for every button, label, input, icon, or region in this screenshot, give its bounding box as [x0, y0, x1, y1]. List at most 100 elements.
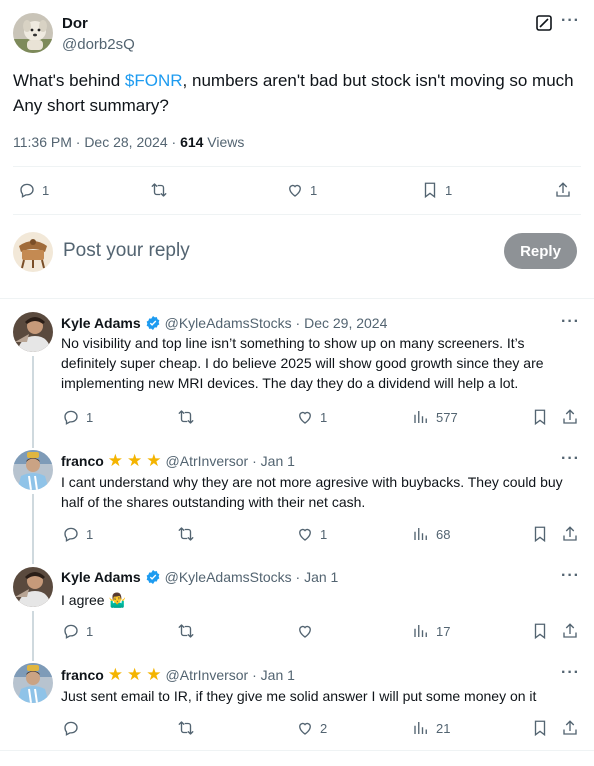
views-count: 614 — [180, 134, 204, 150]
reply-stat[interactable]: 1 — [62, 525, 93, 543]
reply-text: I agree 🤷‍♂️ — [61, 592, 126, 608]
reply-input[interactable]: Post your reply — [63, 240, 190, 262]
share-icon — [561, 408, 579, 426]
like-icon — [296, 622, 314, 640]
reply-author-name[interactable]: franco — [61, 453, 104, 469]
reply-header: franco ★ ★ ★ @AtrInversor · Jan 1 — [61, 666, 295, 683]
retweet-icon — [150, 181, 168, 199]
verified-icon — [145, 315, 161, 331]
like-stat[interactable] — [296, 622, 320, 640]
bookmark-button[interactable] — [531, 622, 549, 640]
author-handle[interactable]: @dorb2sQ — [62, 36, 135, 53]
thread-line — [32, 611, 34, 661]
avatar[interactable] — [13, 663, 53, 703]
reply-handle-date[interactable]: @AtrInversor · Jan 1 — [166, 453, 295, 469]
views-stat[interactable]: 17 — [412, 622, 450, 640]
star-icon: ★ — [146, 451, 162, 470]
bookmark-button[interactable] — [531, 525, 549, 543]
reply-icon — [62, 525, 80, 543]
reply-button[interactable]: Reply — [504, 233, 577, 269]
views-stat[interactable]: 577 — [412, 408, 458, 426]
views-stat[interactable]: 21 — [412, 719, 450, 737]
more-icon[interactable]: ··· — [561, 450, 580, 468]
share-button[interactable] — [554, 181, 572, 199]
share-button[interactable] — [561, 525, 579, 543]
share-icon — [554, 181, 572, 199]
avatar[interactable] — [13, 450, 53, 490]
reply-author-name[interactable]: Kyle Adams — [61, 315, 141, 331]
reply-icon — [18, 181, 36, 199]
retweet-stat[interactable] — [177, 719, 201, 737]
reply-text: I cant understand why they are not more … — [61, 474, 563, 510]
my-avatar[interactable] — [13, 232, 53, 272]
thread-line — [32, 494, 34, 564]
avatar[interactable] — [13, 312, 53, 352]
share-icon — [561, 719, 579, 737]
retweet-icon — [177, 719, 195, 737]
like-stat[interactable]: 1 — [296, 525, 327, 543]
bookmark-icon — [531, 719, 549, 737]
reply-handle-date[interactable]: @AtrInversor · Jan 1 — [166, 667, 295, 683]
retweet-icon — [177, 622, 195, 640]
author-avatar[interactable] — [13, 13, 53, 53]
reply-stat[interactable] — [62, 719, 86, 737]
reply-handle-date[interactable]: @KyleAdamsStocks · Dec 29, 2024 — [165, 315, 388, 331]
retweet-icon — [177, 525, 195, 543]
cashtag-link[interactable]: $FONR — [125, 71, 183, 90]
share-icon — [561, 622, 579, 640]
views-icon — [412, 719, 430, 737]
views-icon — [412, 525, 430, 543]
bookmark-button[interactable] — [531, 719, 549, 737]
like-stat[interactable]: 1 — [296, 408, 327, 426]
reply-text: Just sent email to IR, if they give me s… — [61, 688, 537, 704]
more-icon[interactable]: ··· — [561, 664, 580, 682]
like-stat[interactable]: 1 — [286, 181, 317, 199]
share-button[interactable] — [561, 408, 579, 426]
bookmark-icon — [421, 181, 439, 199]
views-stat[interactable]: 68 — [412, 525, 450, 543]
reply-author-name[interactable]: Kyle Adams — [61, 569, 141, 585]
reply-header: franco ★ ★ ★ @AtrInversor · Jan 1 — [61, 452, 295, 469]
views-icon — [412, 622, 430, 640]
thread-line — [32, 356, 34, 448]
reply-stat[interactable]: 1 — [62, 408, 93, 426]
tweet-timestamp[interactable]: 11:36 PM · Dec 28, 2024 · — [13, 134, 180, 150]
avatar[interactable] — [13, 567, 53, 607]
star-icon: ★ — [146, 665, 162, 684]
share-button[interactable] — [561, 719, 579, 737]
more-icon[interactable]: ··· — [561, 12, 580, 30]
tweet-meta: 11:36 PM · Dec 28, 2024 · 614 Views — [13, 134, 245, 150]
retweet-stat[interactable] — [177, 622, 201, 640]
reply-author-name[interactable]: franco — [61, 667, 104, 683]
star-icon: ★ — [107, 451, 124, 470]
reply-icon — [62, 719, 80, 737]
tweet-text: What's behind $FONR, numbers aren't bad … — [13, 71, 574, 115]
bookmark-stat[interactable]: 1 — [421, 181, 452, 199]
bookmark-icon — [531, 622, 549, 640]
reply-icon — [62, 408, 80, 426]
more-icon[interactable]: ··· — [561, 567, 580, 585]
star-icon: ★ — [127, 451, 143, 470]
reply-icon — [62, 622, 80, 640]
like-icon — [286, 181, 304, 199]
bookmark-icon — [531, 408, 549, 426]
grok-icon[interactable] — [535, 14, 553, 32]
reply-header: Kyle Adams @KyleAdamsStocks · Jan 1 — [61, 569, 338, 585]
bookmark-icon — [531, 525, 549, 543]
retweet-stat[interactable] — [150, 181, 174, 199]
verified-icon — [145, 569, 161, 585]
bookmark-button[interactable] — [531, 408, 549, 426]
like-icon — [296, 719, 314, 737]
views-icon — [412, 408, 430, 426]
share-button[interactable] — [561, 622, 579, 640]
retweet-stat[interactable] — [177, 408, 201, 426]
retweet-icon — [177, 408, 195, 426]
retweet-stat[interactable] — [177, 525, 201, 543]
reply-stat[interactable]: 1 — [18, 181, 49, 199]
reply-handle-date[interactable]: @KyleAdamsStocks · Jan 1 — [165, 569, 339, 585]
reply-header: Kyle Adams @KyleAdamsStocks · Dec 29, 20… — [61, 315, 387, 331]
author-name[interactable]: Dor — [62, 15, 88, 32]
reply-stat[interactable]: 1 — [62, 622, 93, 640]
more-icon[interactable]: ··· — [561, 313, 580, 331]
like-stat[interactable]: 2 — [296, 719, 327, 737]
